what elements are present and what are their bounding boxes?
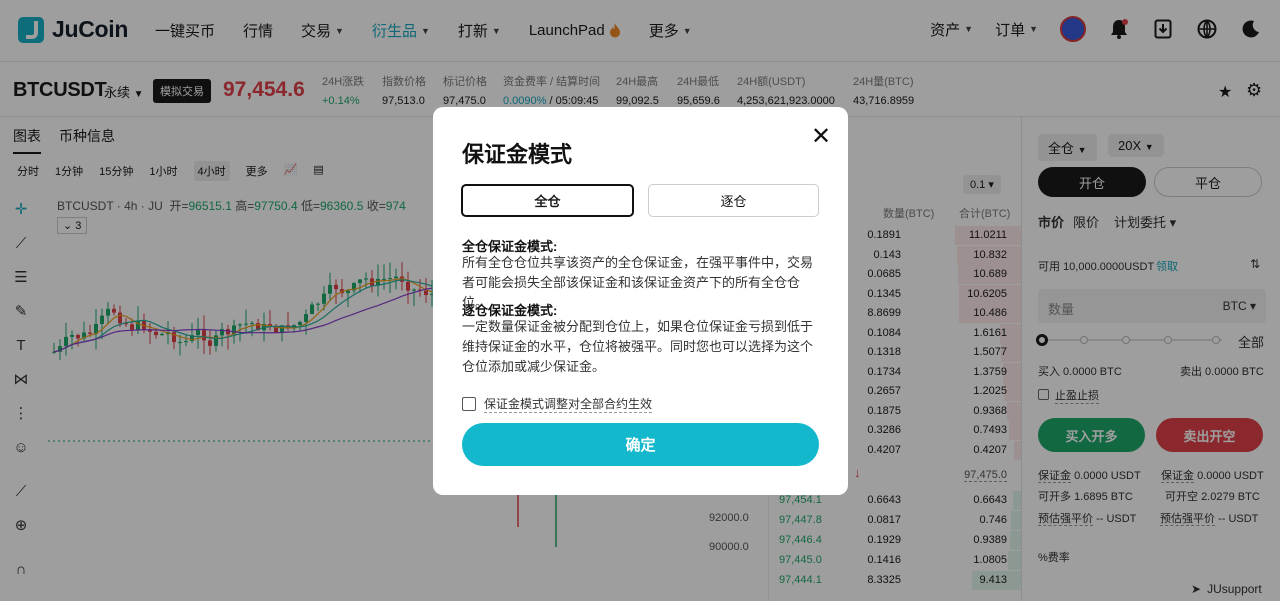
isolated-margin-option[interactable]: 逐仓 xyxy=(648,184,819,217)
confirm-button[interactable]: 确定 xyxy=(462,423,819,466)
dialog-title: 保证金模式 xyxy=(462,142,573,167)
isolated-description: 一定数量保证金被分配到仓位上，如果仓位保证金亏损到低于维持保证金的水平，仓位将被… xyxy=(462,319,814,374)
apply-all-checkbox-row[interactable]: 保证金模式调整对全部合约生效 xyxy=(462,395,653,413)
close-icon[interactable]: ✕ xyxy=(811,125,831,149)
cross-margin-option[interactable]: 全仓 xyxy=(461,184,634,217)
margin-mode-dialog: 保证金模式 ✕ 全仓 逐仓 全仓保证金模式: 所有全仓仓位共享该资产的全仓保证金… xyxy=(433,107,848,495)
apply-all-label: 保证金模式调整对全部合约生效 xyxy=(484,397,653,413)
apply-all-checkbox[interactable] xyxy=(462,397,476,411)
